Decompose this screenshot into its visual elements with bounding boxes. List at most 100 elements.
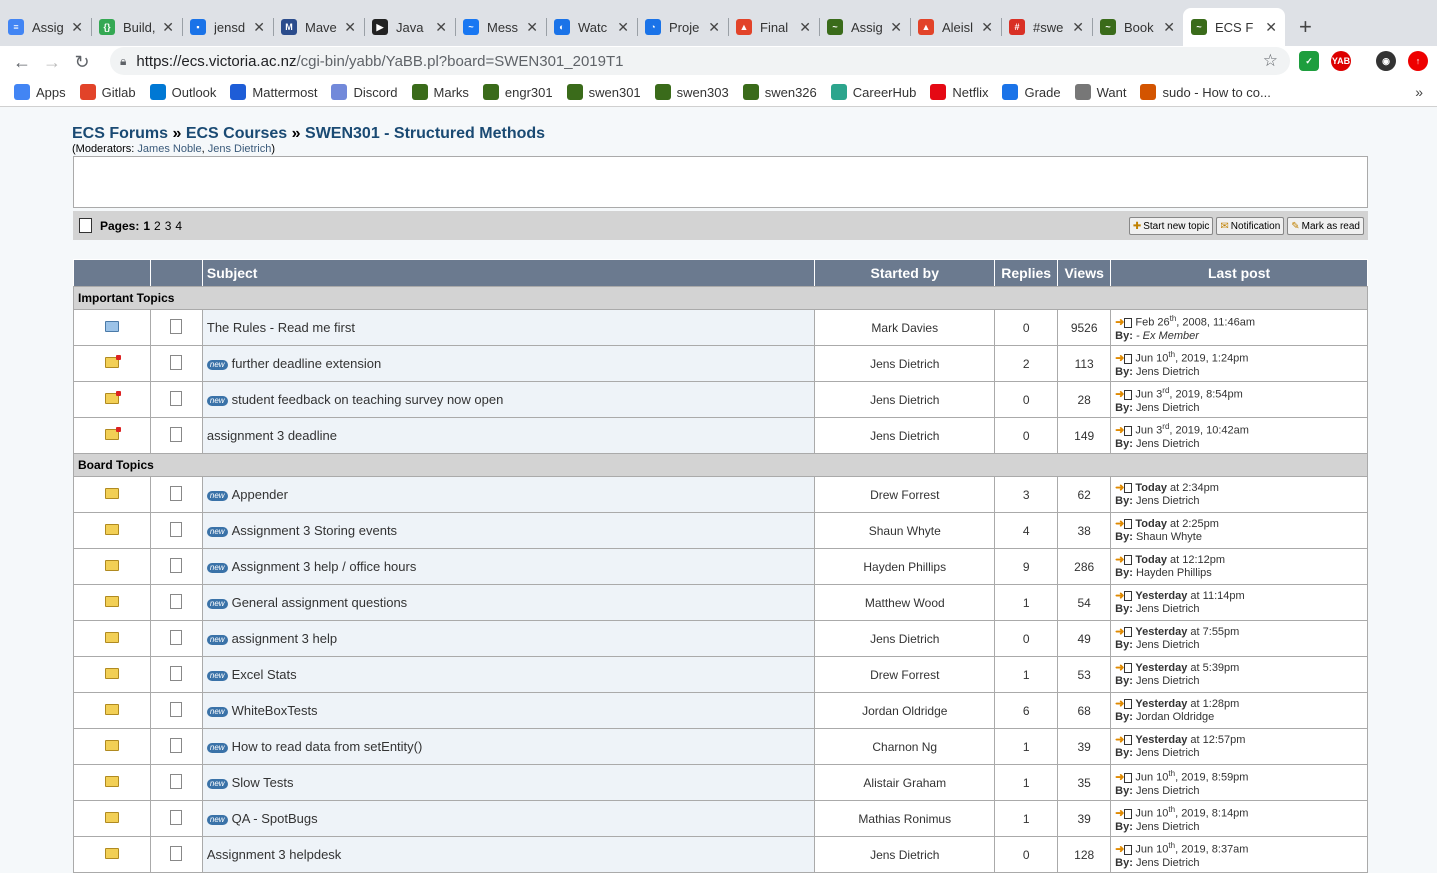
new-badge-icon[interactable]: new — [206, 598, 228, 609]
last-post-arrow-icon[interactable]: ➜ — [1115, 482, 1124, 494]
browser-tab[interactable]: ≡ Assig ✕ — [0, 8, 91, 46]
browser-tab[interactable]: ▶ Java ✕ — [364, 8, 455, 46]
topic-starter[interactable]: Mark Davies — [814, 309, 996, 346]
topic-subject-link[interactable]: assignment 3 deadline — [207, 428, 337, 443]
browser-tab[interactable]: ▪ jensd ✕ — [182, 8, 273, 46]
new-badge-icon[interactable]: new — [206, 395, 228, 406]
new-badge-icon[interactable]: new — [206, 359, 228, 370]
last-post-arrow-icon[interactable]: ➜ — [1115, 626, 1124, 638]
new-badge-icon[interactable]: new — [206, 706, 228, 717]
last-post-arrow-icon[interactable]: ➜ — [1115, 590, 1124, 602]
browser-tab[interactable]: ~ Mess ✕ — [455, 8, 546, 46]
extension-check-icon[interactable]: ✓ — [1299, 51, 1319, 71]
tab-close-icon[interactable]: ✕ — [1163, 19, 1175, 36]
header-views[interactable]: Views — [1057, 259, 1112, 287]
bookmark-star-icon[interactable]: ☆ — [1263, 51, 1278, 71]
tab-close-icon[interactable]: ✕ — [526, 19, 538, 36]
bookmark-item[interactable]: swen326 — [742, 84, 817, 100]
topic-starter[interactable]: Drew Forrest — [814, 476, 996, 513]
topic-subject-link[interactable]: further deadline extension — [232, 356, 382, 371]
bookmark-item[interactable]: Outlook — [149, 84, 216, 100]
moderator-link[interactable]: James Noble — [137, 143, 201, 155]
topic-starter[interactable]: Alistair Graham — [814, 764, 996, 801]
back-arrow-icon[interactable]: ← — [7, 52, 37, 73]
tab-close-icon[interactable]: ✕ — [1265, 19, 1277, 36]
tab-close-icon[interactable]: ✕ — [253, 19, 265, 36]
bookmark-item[interactable]: Mattermost — [230, 84, 317, 100]
topic-starter[interactable]: Shaun Whyte — [814, 512, 996, 549]
new-badge-icon[interactable]: new — [206, 490, 228, 501]
last-post-author[interactable]: Jens Dietrich — [1136, 402, 1200, 414]
topic-subject-link[interactable]: WhiteBoxTests — [232, 703, 318, 718]
topic-subject-link[interactable]: How to read data from setEntity() — [232, 739, 423, 754]
header-subject[interactable]: Subject — [201, 259, 816, 287]
mark-as-read-button[interactable]: ✎ Mark as read — [1287, 217, 1364, 235]
new-badge-icon[interactable]: new — [206, 742, 228, 753]
topic-starter[interactable]: Mathias Ronimus — [814, 800, 996, 837]
new-badge-icon[interactable]: new — [206, 670, 228, 681]
tab-close-icon[interactable]: ✕ — [162, 19, 174, 36]
tab-close-icon[interactable]: ✕ — [708, 19, 720, 36]
tab-close-icon[interactable]: ✕ — [344, 19, 356, 36]
bookmark-item[interactable]: Netflix — [930, 84, 988, 100]
browser-tab[interactable]: ~ Book ✕ — [1092, 8, 1183, 46]
bookmark-item[interactable]: engr301 — [482, 84, 553, 100]
address-bar[interactable]: 🔒︎ https://ecs.victoria.ac.nz/cgi-bin/ya… — [110, 47, 1290, 75]
browser-tab[interactable]: # #swe ✕ — [1001, 8, 1092, 46]
topic-starter[interactable]: Jens Dietrich — [814, 417, 996, 454]
topic-starter[interactable]: Jordan Oldridge — [814, 692, 996, 729]
page-link[interactable]: 4 — [175, 219, 182, 233]
topic-starter[interactable]: Charnon Ng — [814, 728, 996, 765]
last-post-arrow-icon[interactable]: ➜ — [1115, 844, 1124, 856]
extension-yab-icon[interactable]: YAB — [1331, 51, 1351, 71]
page-link[interactable]: 3 — [165, 219, 172, 233]
bookmark-item[interactable]: Gitlab — [79, 84, 136, 100]
breadcrumb-board-title[interactable]: SWEN301 - Structured Methods — [305, 125, 545, 142]
browser-tab[interactable]: M Mave ✕ — [273, 8, 364, 46]
bookmark-item[interactable]: Marks — [411, 84, 469, 100]
bookmark-item[interactable]: Want — [1074, 84, 1126, 100]
topic-starter[interactable]: Hayden Phillips — [814, 548, 996, 585]
last-post-author[interactable]: Jens Dietrich — [1136, 495, 1200, 507]
last-post-arrow-icon[interactable]: ➜ — [1115, 662, 1124, 674]
tab-close-icon[interactable]: ✕ — [435, 19, 447, 36]
topic-subject-link[interactable]: The Rules - Read me first — [207, 320, 355, 335]
topic-subject-link[interactable]: assignment 3 help — [232, 631, 338, 646]
new-badge-icon[interactable]: new — [206, 526, 228, 537]
topic-starter[interactable]: Jens Dietrich — [814, 620, 996, 657]
new-badge-icon[interactable]: new — [206, 562, 228, 573]
tab-close-icon[interactable]: ✕ — [1072, 19, 1084, 36]
header-replies[interactable]: Replies — [994, 259, 1059, 287]
browser-tab[interactable]: ▲ Final ✕ — [728, 8, 819, 46]
tab-close-icon[interactable]: ✕ — [981, 19, 993, 36]
topic-subject-link[interactable]: Assignment 3 Storing events — [232, 523, 397, 538]
browser-tab[interactable]: ◔ Proje ✕ — [637, 8, 728, 46]
topic-subject-link[interactable]: General assignment questions — [232, 595, 408, 610]
topic-subject-link[interactable]: Assignment 3 help / office hours — [232, 559, 417, 574]
bookmark-item[interactable]: swen303 — [654, 84, 729, 100]
bookmark-item[interactable]: swen301 — [566, 84, 641, 100]
bookmark-item[interactable]: CareerHub — [830, 84, 916, 100]
last-post-arrow-icon[interactable]: ➜ — [1115, 734, 1124, 746]
start-new-topic-button[interactable]: ✚ Start new topic — [1128, 217, 1214, 235]
topic-subject-link[interactable]: Slow Tests — [232, 775, 294, 790]
topic-subject-link[interactable]: student feedback on teaching survey now … — [232, 392, 504, 407]
browser-tab[interactable]: {} Build, ✕ — [91, 8, 182, 46]
header-last-post[interactable]: Last post — [1110, 259, 1368, 287]
last-post-author[interactable]: Jens Dietrich — [1136, 438, 1200, 450]
last-post-author[interactable]: Jens Dietrich — [1136, 747, 1200, 759]
last-post-arrow-icon[interactable]: ➜ — [1115, 518, 1124, 530]
last-post-author[interactable]: Jens Dietrich — [1136, 675, 1200, 687]
tab-close-icon[interactable]: ✕ — [799, 19, 811, 36]
last-post-author[interactable]: Jens Dietrich — [1136, 603, 1200, 615]
new-badge-icon[interactable]: new — [206, 778, 228, 789]
bookmark-item[interactable]: Apps — [14, 84, 66, 100]
last-post-author[interactable]: Jens Dietrich — [1136, 785, 1200, 797]
topic-subject-link[interactable]: QA - SpotBugs — [232, 811, 318, 826]
topic-subject-link[interactable]: Assignment 3 helpdesk — [207, 847, 341, 862]
update-icon[interactable]: ↑ — [1408, 51, 1428, 71]
topic-starter[interactable]: Jens Dietrich — [814, 345, 996, 382]
browser-tab[interactable]: ▲ Aleisl ✕ — [910, 8, 1001, 46]
topic-subject-link[interactable]: Excel Stats — [232, 667, 297, 682]
notification-button[interactable]: ✉ Notification — [1216, 217, 1285, 235]
